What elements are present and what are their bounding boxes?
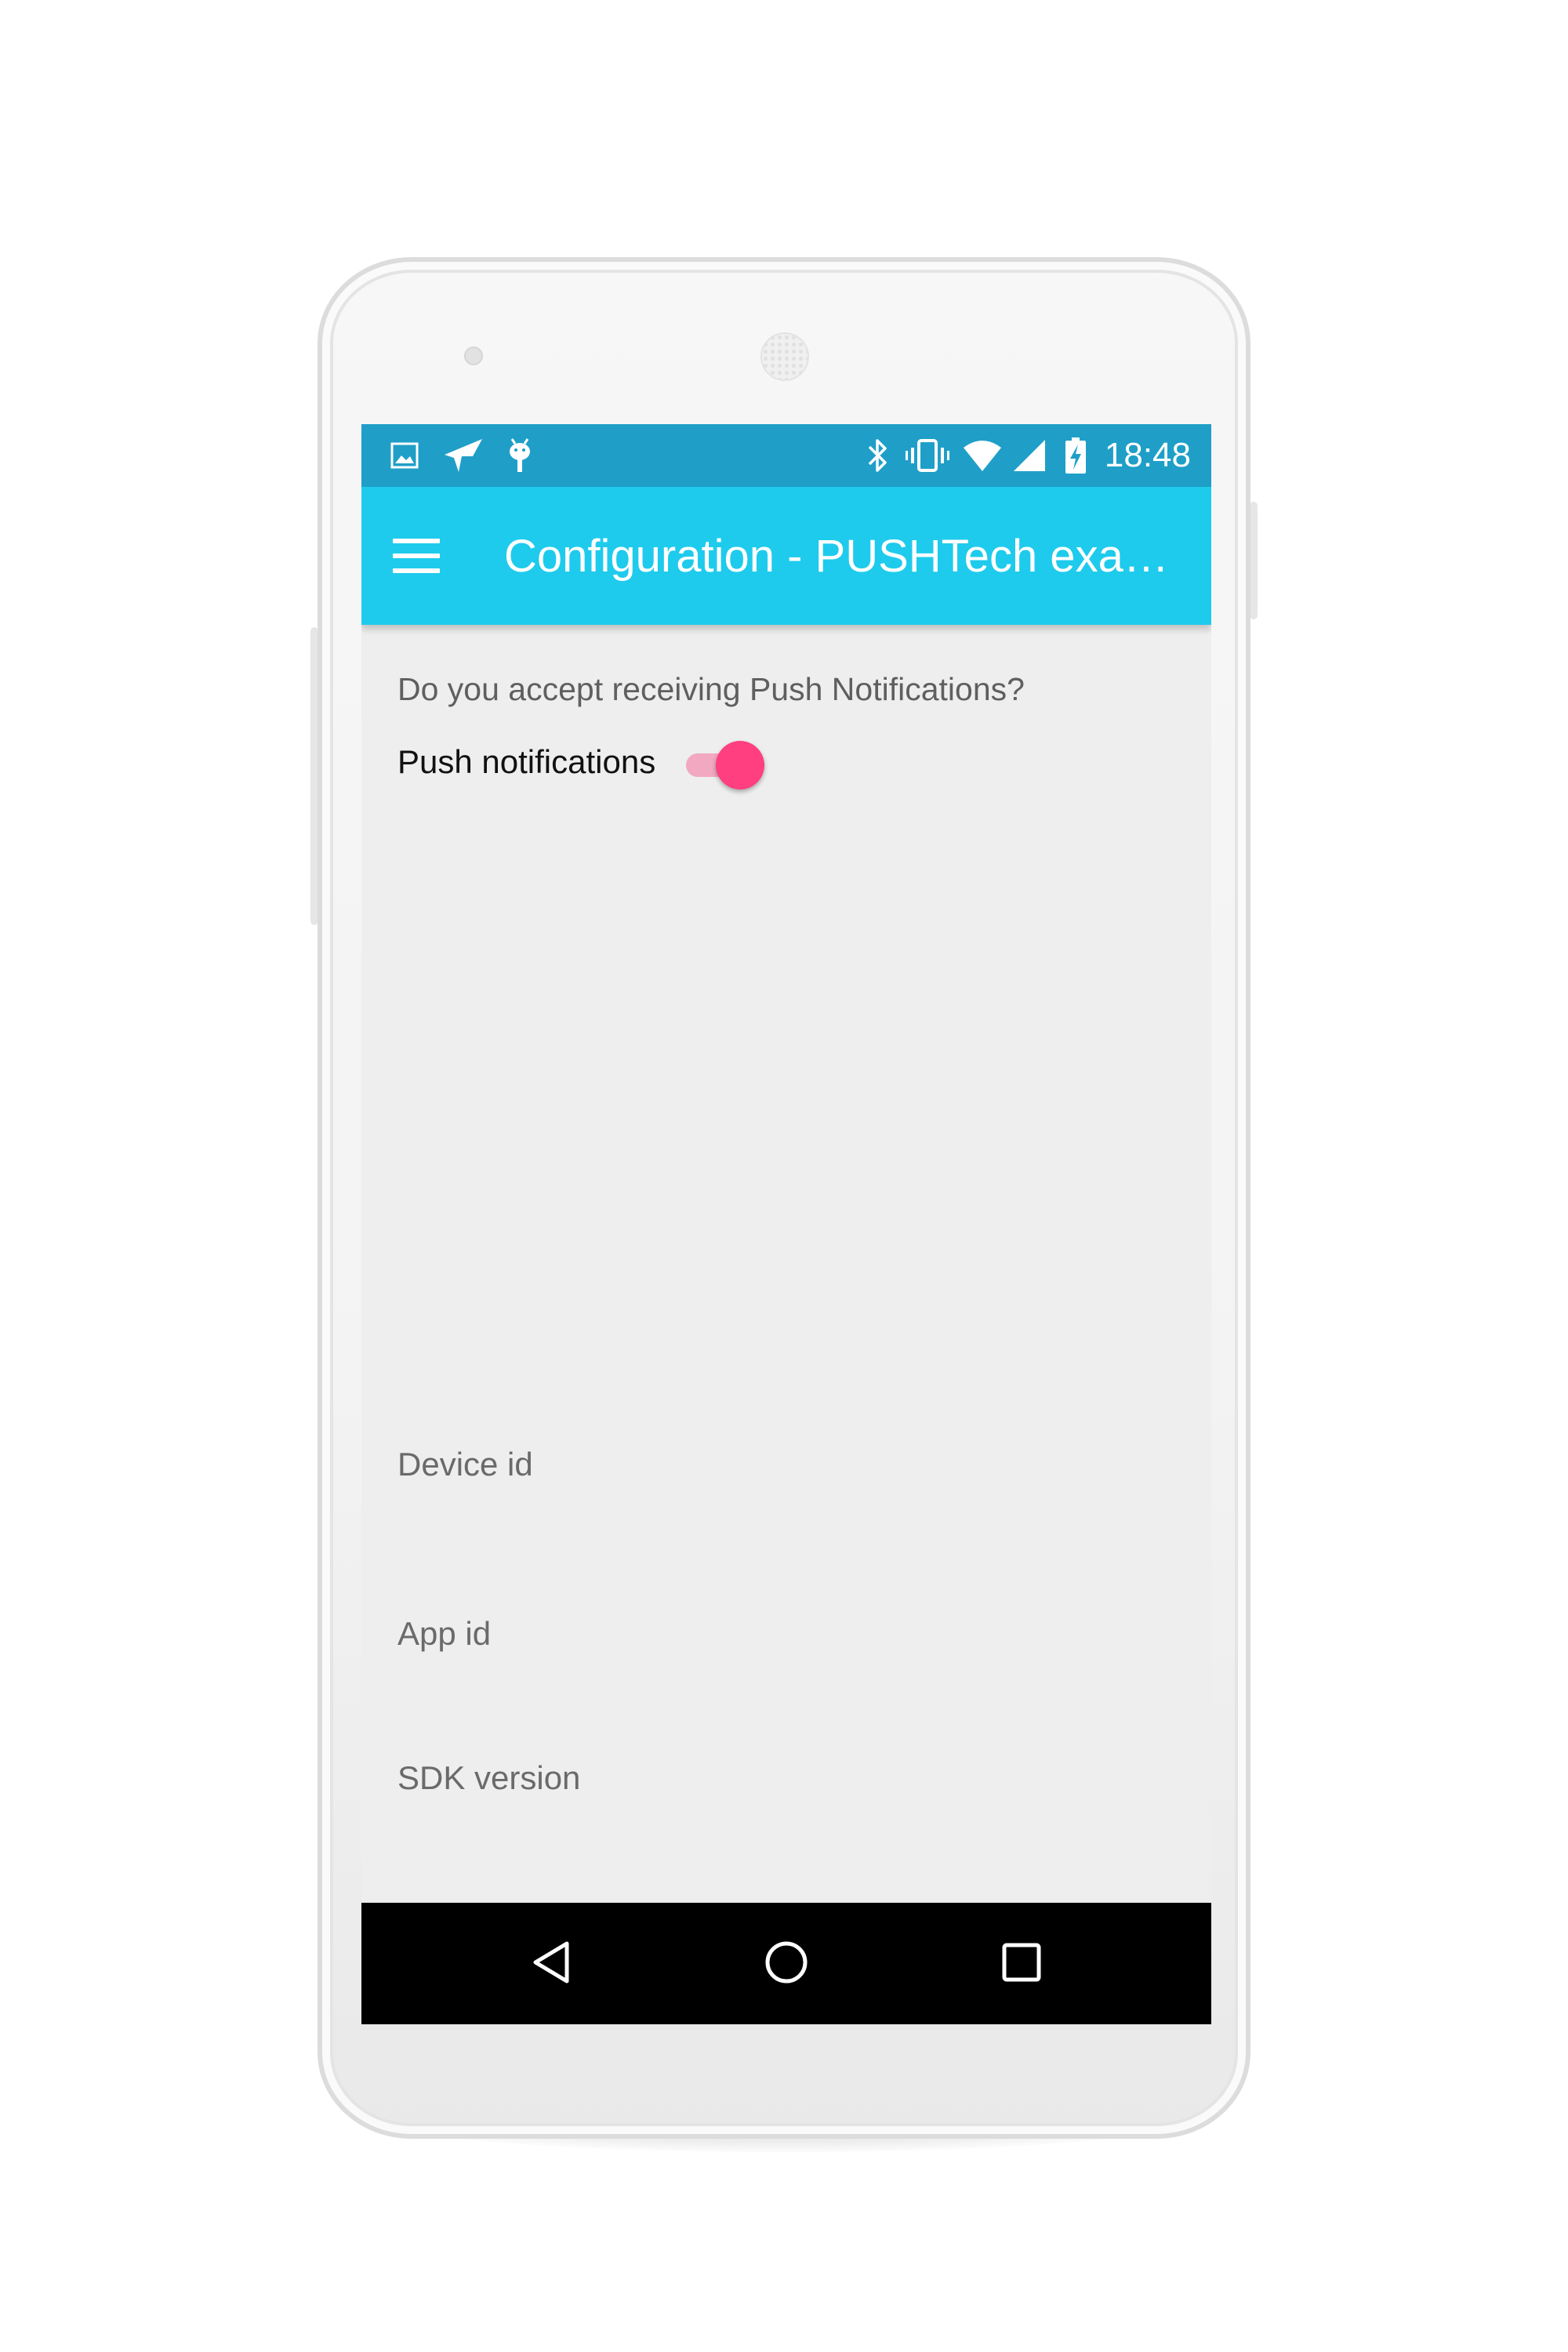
hamburger-menu-icon[interactable] xyxy=(393,532,440,579)
battery-charging-icon xyxy=(1062,437,1089,474)
navigation-bar xyxy=(361,1903,1211,2024)
earpiece-speaker xyxy=(760,332,809,381)
pushtech-notification-icon xyxy=(440,437,487,474)
app-id-label: App id xyxy=(397,1615,492,1652)
push-notifications-label: Push notifications xyxy=(397,743,656,780)
vibrate-icon xyxy=(904,437,951,474)
device-id-label: Device id xyxy=(397,1446,533,1483)
power-button xyxy=(1250,502,1258,619)
recents-square-icon xyxy=(1000,1940,1044,1988)
status-bar: 18:48 xyxy=(361,424,1211,487)
app-toolbar: Configuration - PUSHTech exa… xyxy=(361,487,1211,625)
device-mockup: 18:48 Configuration - PUSHTech exa… Do y… xyxy=(0,0,1568,2352)
back-button[interactable] xyxy=(520,1933,583,1995)
home-button[interactable] xyxy=(755,1933,818,1995)
image-notification-icon xyxy=(388,437,421,474)
status-clock: 18:48 xyxy=(1104,436,1191,474)
push-question-text: Do you accept receiving Push Notificatio… xyxy=(397,671,1025,707)
android-debug-icon xyxy=(503,437,537,474)
home-circle-icon xyxy=(763,1939,810,1990)
switch-thumb[interactable] xyxy=(716,741,764,789)
phone-screen: 18:48 Configuration - PUSHTech exa… Do y… xyxy=(361,424,1211,2024)
bluetooth-icon xyxy=(863,437,891,474)
front-camera xyxy=(464,347,483,365)
back-triangle-icon xyxy=(529,1939,573,1990)
push-notifications-switch[interactable] xyxy=(686,738,764,789)
wifi-icon xyxy=(960,437,1004,474)
page-title: Configuration - PUSHTech exa… xyxy=(504,531,1169,582)
sdk-version-label: SDK version xyxy=(397,1759,581,1796)
configuration-content: Do you accept receiving Push Notificatio… xyxy=(361,625,1211,1879)
recents-button[interactable] xyxy=(990,1933,1053,1995)
signal-icon xyxy=(1011,437,1048,474)
